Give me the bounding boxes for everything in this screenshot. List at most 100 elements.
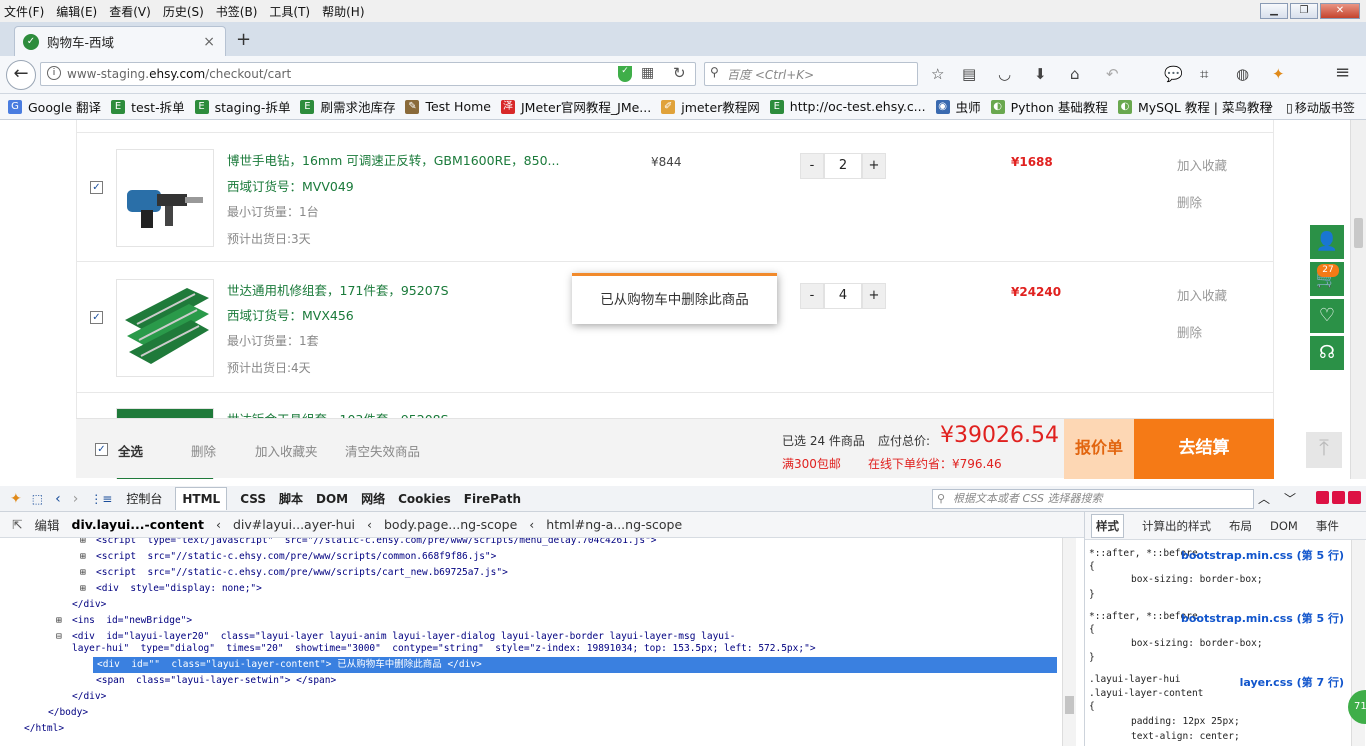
css-declaration[interactable]: text-align: center; xyxy=(1131,731,1240,742)
add-favorite-link[interactable]: 加入收藏 xyxy=(1177,155,1227,174)
expand-icon[interactable]: ⊞ xyxy=(80,581,86,597)
code-line[interactable]: <span class="layui-layer-setwin"> </span… xyxy=(96,673,336,689)
bookmark-stock[interactable]: E 刷需求池库存 xyxy=(300,97,395,116)
css-source-link[interactable]: bootstrap.min.css (第 5 行) xyxy=(1181,610,1344,626)
menu-help[interactable]: 帮助(H) xyxy=(322,3,364,20)
close-window-button[interactable]: ✕ xyxy=(1320,3,1360,19)
page-scrollbar[interactable] xyxy=(1350,120,1366,479)
code-line[interactable]: <script type="text/javascript" src="//st… xyxy=(96,538,657,549)
reading-list-icon[interactable]: ▤ xyxy=(962,65,976,83)
tab-css[interactable]: CSS xyxy=(240,492,266,506)
firebug-minimize-icon[interactable] xyxy=(1316,491,1329,504)
css-source-link[interactable]: bootstrap.min.css (第 5 行) xyxy=(1181,547,1344,563)
tab-html[interactable]: HTML xyxy=(175,487,228,510)
user-center-icon[interactable]: 👤 xyxy=(1309,224,1345,260)
favorites-heart-icon[interactable]: ♡ xyxy=(1309,298,1345,334)
search-input[interactable]: ⚲ 百度 <Ctrl+K> xyxy=(704,62,918,86)
code-line[interactable]: <ins id="newBridge"> xyxy=(72,613,192,629)
tab-styles[interactable]: 样式 xyxy=(1091,513,1124,538)
bookmark-mobile[interactable]: ▯ 移动版书签 xyxy=(1286,99,1355,116)
url-bar[interactable]: i www-staging. ehsy.com/checkout/cart ✓ ▦… xyxy=(40,62,696,86)
firebug-logo-icon[interactable]: ✦ xyxy=(10,491,22,507)
minimize-button[interactable]: ▁ xyxy=(1260,3,1288,19)
tab-dom-side[interactable]: DOM xyxy=(1270,519,1298,533)
item-checkbox[interactable]: ✓ xyxy=(90,181,103,194)
product-name[interactable]: 博世手电钻，16mm 可调速正反转，GBM1600RE，850... xyxy=(227,150,559,169)
tab-cookies[interactable]: Cookies xyxy=(398,492,451,506)
menu-tools[interactable]: 工具(T) xyxy=(269,3,310,20)
edit-icon[interactable]: ⇱ xyxy=(12,517,22,532)
code-scrollbar[interactable] xyxy=(1062,538,1076,746)
css-declaration[interactable]: padding: 12px 25px; xyxy=(1131,716,1240,727)
menu-bookmarks[interactable]: 书签(B) xyxy=(216,3,258,20)
chat-icon[interactable]: 💬 xyxy=(1164,65,1183,83)
code-line[interactable]: </body> xyxy=(48,705,88,721)
firebug-icon[interactable]: ✦ xyxy=(1272,65,1285,83)
more-bookmarks-icon[interactable]: » xyxy=(1266,99,1273,113)
firebug-search-input[interactable]: ⚲ 根据文本或者 CSS 选择器搜索 xyxy=(932,489,1254,509)
product-name[interactable]: 世达通用机修组套，171件套，95207S xyxy=(227,280,449,299)
code-line-selected[interactable]: <div id="" class="layui-layer-content"> … xyxy=(97,657,482,673)
code-line[interactable]: <script src="//static-c.ehsy.com/pre/www… xyxy=(96,549,496,565)
bookmark-python[interactable]: ◐ Python 基础教程 xyxy=(990,97,1108,116)
globe-icon[interactable]: ◍ xyxy=(1236,65,1249,83)
css-declaration[interactable]: box-sizing: border-box; xyxy=(1131,574,1263,585)
qty-plus-button[interactable]: + xyxy=(862,153,886,179)
css-declaration[interactable]: box-sizing: border-box; xyxy=(1131,638,1263,649)
undo-icon[interactable]: ↶ xyxy=(1106,65,1119,83)
reload-icon[interactable]: ↻ xyxy=(673,64,686,82)
product-image-toolset[interactable] xyxy=(116,279,214,377)
code-line[interactable]: <div style="display: none;"> xyxy=(96,581,262,597)
info-icon[interactable]: i xyxy=(47,66,61,80)
qrcode-icon[interactable]: ▦ xyxy=(641,65,654,81)
menu-edit[interactable]: 编辑(E) xyxy=(56,3,97,20)
tab-computed[interactable]: 计算出的样式 xyxy=(1142,518,1211,534)
bookmark-test-home[interactable]: ✎ Test Home xyxy=(405,99,491,114)
firebug-detach-icon[interactable] xyxy=(1332,491,1345,504)
clear-invalid-link[interactable]: 清空失效商品 xyxy=(345,441,420,460)
star-icon[interactable]: ☆ xyxy=(931,65,944,83)
bookmark-mysql[interactable]: ◐ MySQL 教程 | 菜鸟教程 xyxy=(1117,97,1272,116)
inspect-icon[interactable]: ⬚ xyxy=(32,492,43,506)
code-scroll-thumb[interactable] xyxy=(1065,696,1074,714)
css-source-link[interactable]: layer.css (第 7 行) xyxy=(1240,674,1344,690)
tab-layout[interactable]: 布局 xyxy=(1229,518,1252,534)
add-favorite-link[interactable]: 加入收藏 xyxy=(1177,285,1227,304)
code-line[interactable]: </html> xyxy=(24,721,64,737)
crop-icon[interactable]: ⌗ xyxy=(1200,65,1208,83)
home-icon[interactable]: ⌂ xyxy=(1070,65,1080,83)
bookmark-jmeter-tutorial[interactable]: ✐ jmeter教程网 xyxy=(661,97,760,116)
qty-minus-button[interactable]: - xyxy=(800,283,824,309)
qty-minus-button[interactable]: - xyxy=(800,153,824,179)
expand-icon[interactable]: ⊞ xyxy=(80,538,86,549)
crumb-div-content[interactable]: div.layui...-content xyxy=(72,517,204,532)
tab-close-icon[interactable]: × xyxy=(203,34,215,50)
tab-events[interactable]: 事件 xyxy=(1316,518,1339,534)
quote-button[interactable]: 报价单 xyxy=(1064,419,1134,479)
expand-icon[interactable]: ⊞ xyxy=(80,565,86,581)
tab-script[interactable]: 脚本 xyxy=(279,490,303,507)
add-to-favorites-link[interactable]: 加入收藏夹 xyxy=(255,441,318,460)
crumb-html[interactable]: html#ng-a...ng-scope xyxy=(546,517,682,532)
code-line[interactable]: </div> xyxy=(72,689,106,705)
new-tab-icon[interactable]: + xyxy=(236,29,251,50)
pocket-icon[interactable]: ◡ xyxy=(998,65,1011,83)
expand-icon[interactable]: ⊞ xyxy=(80,549,86,565)
edit-button[interactable]: 编辑 xyxy=(34,515,59,534)
crumb-body[interactable]: body.page...ng-scope xyxy=(384,517,517,532)
crumb-div-layer[interactable]: div#layui...ayer-hui xyxy=(233,517,355,532)
expand-icon[interactable]: ⊞ xyxy=(56,613,62,629)
tab-firepath[interactable]: FirePath xyxy=(464,492,521,506)
back-nav-icon[interactable]: ‹ xyxy=(55,491,61,507)
forward-nav-icon[interactable]: › xyxy=(73,491,79,507)
menu-file[interactable]: 文件(F) xyxy=(4,3,44,20)
tab-dom[interactable]: DOM xyxy=(316,492,348,506)
product-image-drill[interactable] xyxy=(116,149,214,247)
tab-net[interactable]: 网络 xyxy=(361,490,385,507)
search-prev-icon[interactable]: ︿ xyxy=(1258,490,1270,507)
qty-plus-button[interactable]: + xyxy=(862,283,886,309)
tab-console[interactable]: 控制台 xyxy=(126,490,162,507)
command-icon[interactable]: ⋮≡ xyxy=(90,492,112,506)
menu-history[interactable]: 历史(S) xyxy=(163,3,204,20)
select-all-label[interactable]: 全选 xyxy=(118,441,143,460)
